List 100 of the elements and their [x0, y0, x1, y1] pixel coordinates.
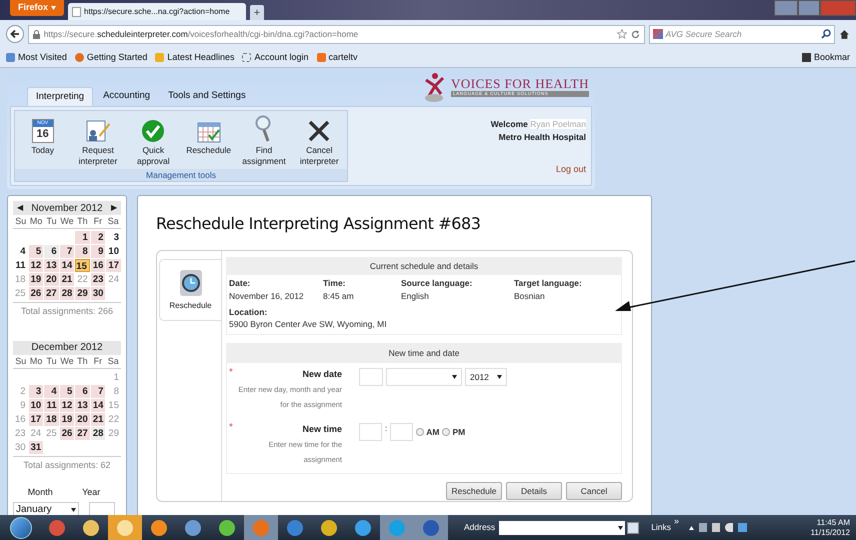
- calendar-day[interactable]: 26: [28, 287, 44, 300]
- tool-button[interactable]: Find assignment: [238, 117, 290, 167]
- browser-tab[interactable]: https://secure.sche...na.cgi?action=home: [68, 3, 246, 20]
- chevron-text[interactable]: »: [674, 515, 680, 528]
- calendar-day[interactable]: 3: [106, 231, 121, 244]
- month-label: Month: [28, 486, 53, 499]
- calendar-day[interactable]: 12: [28, 259, 44, 272]
- bookmark-link[interactable]: Getting Started: [74, 50, 148, 64]
- tool-button[interactable]: Quick approval: [127, 117, 180, 167]
- logout-link[interactable]: Log out: [556, 162, 586, 176]
- go-icon[interactable]: [627, 522, 640, 534]
- next-month-button[interactable]: ▶: [111, 204, 117, 212]
- calendar-day[interactable]: 4: [44, 384, 59, 398]
- bookmark-link[interactable]: Latest Headlines: [155, 50, 234, 64]
- calendar-day[interactable]: 3: [28, 384, 44, 398]
- side-tab[interactable]: Reschedule: [159, 259, 221, 321]
- action-button[interactable]: Details: [506, 482, 562, 500]
- home-icon[interactable]: [839, 28, 850, 40]
- nav-tab[interactable]: Tools and Settings: [160, 87, 254, 106]
- reload-icon[interactable]: [630, 30, 640, 38]
- calendar-day[interactable]: 27: [75, 426, 90, 440]
- calendar-day[interactable]: 5: [60, 384, 74, 398]
- year-select[interactable]: 2012: [465, 368, 507, 386]
- weekday-label: Tu: [45, 354, 58, 368]
- bookmark-link[interactable]: Account login: [242, 50, 308, 64]
- calendar-day[interactable]: 10: [28, 398, 44, 412]
- minute-input[interactable]: [390, 423, 414, 441]
- bookmarks-menu[interactable]: Bookmar: [802, 50, 850, 64]
- calendar-day[interactable]: 31: [28, 440, 44, 454]
- search-field[interactable]: AVG Secure Search: [648, 24, 836, 44]
- links-label[interactable]: Links: [651, 521, 672, 534]
- calendar-day[interactable]: 6: [75, 384, 90, 398]
- calendar-day[interactable]: 14: [60, 259, 74, 272]
- bookmark-star-icon[interactable]: [616, 29, 626, 39]
- calendar-day[interactable]: 7: [90, 384, 106, 398]
- calendar-day[interactable]: 13: [75, 398, 90, 412]
- calendar-day[interactable]: 1: [75, 231, 90, 244]
- tool-button[interactable]: Request interpreter: [72, 117, 124, 167]
- calendar-day[interactable]: 21: [60, 273, 74, 286]
- lock-icon: [32, 30, 40, 38]
- calendar-day[interactable]: 8: [75, 245, 90, 258]
- previous-month-button[interactable]: ◀: [17, 204, 23, 212]
- calendar-day[interactable]: 29: [75, 287, 90, 300]
- calendar-day[interactable]: 13: [44, 259, 59, 272]
- tools-group-label: Management tools: [15, 169, 347, 181]
- tray-arrow-button[interactable]: [689, 526, 694, 530]
- calendar-day[interactable]: 18: [44, 412, 59, 426]
- calendar-day[interactable]: 19: [60, 412, 74, 426]
- calendar-day[interactable]: 23: [90, 273, 106, 286]
- hour-input[interactable]: [359, 423, 382, 441]
- calendar-day[interactable]: 20: [75, 412, 90, 426]
- calendar-day[interactable]: 28: [60, 287, 74, 300]
- detail-label: Source language:: [401, 277, 474, 290]
- calendar-day[interactable]: 15: [75, 259, 90, 272]
- calendar-day[interactable]: 17: [28, 412, 44, 426]
- tool-button[interactable]: Cancel interpreter: [293, 117, 346, 167]
- day-input[interactable]: [359, 368, 383, 386]
- calendar-day[interactable]: 19: [28, 273, 44, 286]
- cross-icon: [307, 119, 332, 143]
- total-assignments: Total assignments: 266: [13, 302, 121, 318]
- calendar-day[interactable]: 28: [90, 426, 106, 440]
- calendar-day[interactable]: 11: [44, 398, 59, 412]
- calendar-day[interactable]: 10: [106, 245, 121, 258]
- bookmark-link[interactable]: Most Visited: [6, 50, 67, 64]
- calendar-day[interactable]: 6: [44, 245, 59, 258]
- weekday-label: Tu: [45, 215, 58, 228]
- action-button[interactable]: Cancel: [566, 482, 622, 500]
- address-bar[interactable]: https://secure.scheduleinterpreter.com/voicesforhealth/cgi-bin/dna.cgi?action=home: [28, 24, 644, 44]
- calendar-day[interactable]: 4: [13, 245, 28, 258]
- calendar-day[interactable]: 21: [90, 412, 106, 426]
- calendar-day[interactable]: 26: [60, 426, 74, 440]
- nav-tab[interactable]: Interpreting: [27, 87, 94, 106]
- calendar-day[interactable]: 9: [90, 245, 106, 258]
- calendar-day[interactable]: 7: [60, 245, 74, 258]
- calendar-day[interactable]: 11: [13, 259, 28, 272]
- calendar-day[interactable]: 17: [106, 259, 121, 272]
- detail-value: English: [401, 290, 430, 302]
- calendar-day[interactable]: 20: [44, 273, 59, 286]
- calendar-day[interactable]: 16: [90, 259, 106, 272]
- meridiem-radio[interactable]: AM: [416, 423, 440, 441]
- nav-tab[interactable]: Accounting: [95, 87, 158, 106]
- new-tab-button[interactable]: +: [250, 5, 264, 20]
- clock-date: 11/15/2012: [810, 528, 850, 538]
- calendar-day[interactable]: 12: [60, 398, 74, 412]
- start-button[interactable]: [10, 516, 32, 538]
- taskbar-address-field[interactable]: [499, 520, 626, 534]
- maximize-button[interactable]: [798, 0, 820, 16]
- tray-icon[interactable]: [738, 523, 748, 532]
- calendar-day[interactable]: 14: [90, 398, 106, 412]
- meridiem-radio[interactable]: PM: [442, 423, 466, 441]
- calendar-day[interactable]: 5: [28, 245, 44, 258]
- caret-icon: [497, 375, 502, 379]
- calendar-day[interactable]: 2: [90, 231, 106, 244]
- calendar-day[interactable]: 30: [90, 287, 106, 300]
- calendar-day[interactable]: 27: [44, 287, 59, 300]
- tool-button[interactable]: Reschedule: [182, 117, 235, 156]
- back-button[interactable]: [6, 25, 24, 43]
- minimize-button[interactable]: [774, 0, 798, 16]
- bookmark-link[interactable]: carteltv: [316, 50, 358, 64]
- action-button[interactable]: Reschedule: [446, 482, 502, 500]
